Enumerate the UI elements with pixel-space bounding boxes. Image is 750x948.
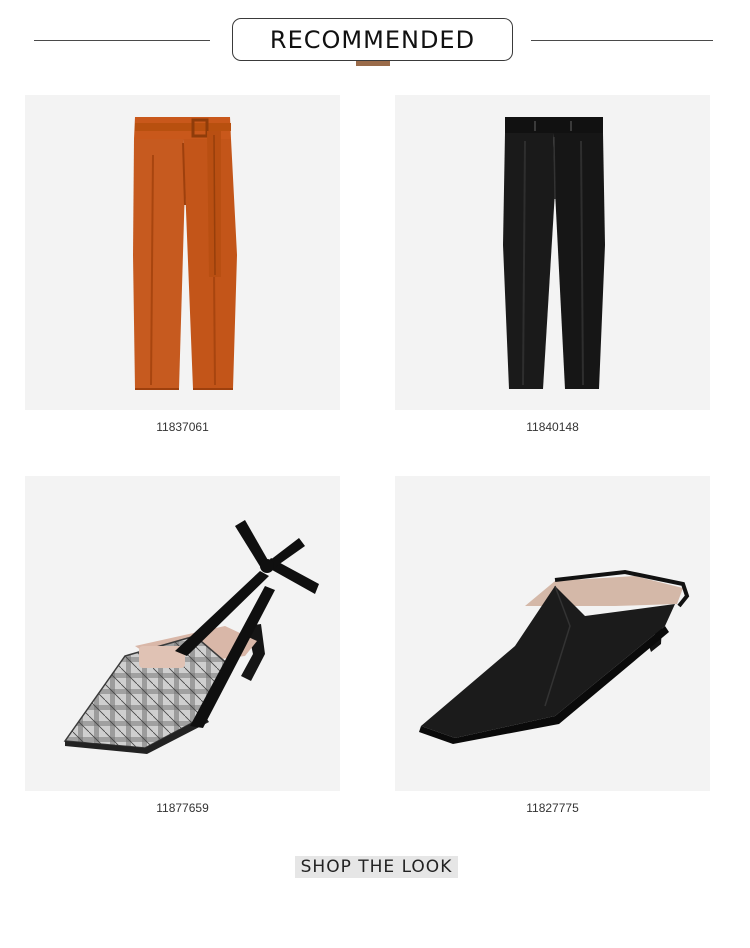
shop-the-look-button[interactable]: SHOP THE LOOK [295,856,458,878]
product-image-orange-trousers[interactable] [25,95,340,410]
title-accent-bar [356,61,390,66]
product-sku: 11827775 [526,801,579,815]
product-sku: 11840148 [526,420,579,434]
product-card[interactable]: 11840148 [395,95,710,434]
orange-trousers-image [133,117,237,390]
product-card[interactable]: 11827775 [395,476,710,815]
product-image-black-mule[interactable] [395,476,710,791]
header-divider-left [34,40,210,41]
section-title-box: RECOMMENDED [232,18,513,61]
black-trousers-image [503,117,605,389]
plaid-heel-image [63,520,319,754]
product-card[interactable]: 11837061 [25,95,340,434]
product-card[interactable]: 11877659 [25,476,340,815]
product-image-plaid-heel[interactable] [25,476,340,791]
black-mule-image [419,569,690,744]
section-title: RECOMMENDED [269,25,476,54]
header-divider-right [531,40,713,41]
product-sku: 11837061 [156,420,209,434]
product-image-black-trousers[interactable] [395,95,710,410]
product-sku: 11877659 [156,801,209,815]
